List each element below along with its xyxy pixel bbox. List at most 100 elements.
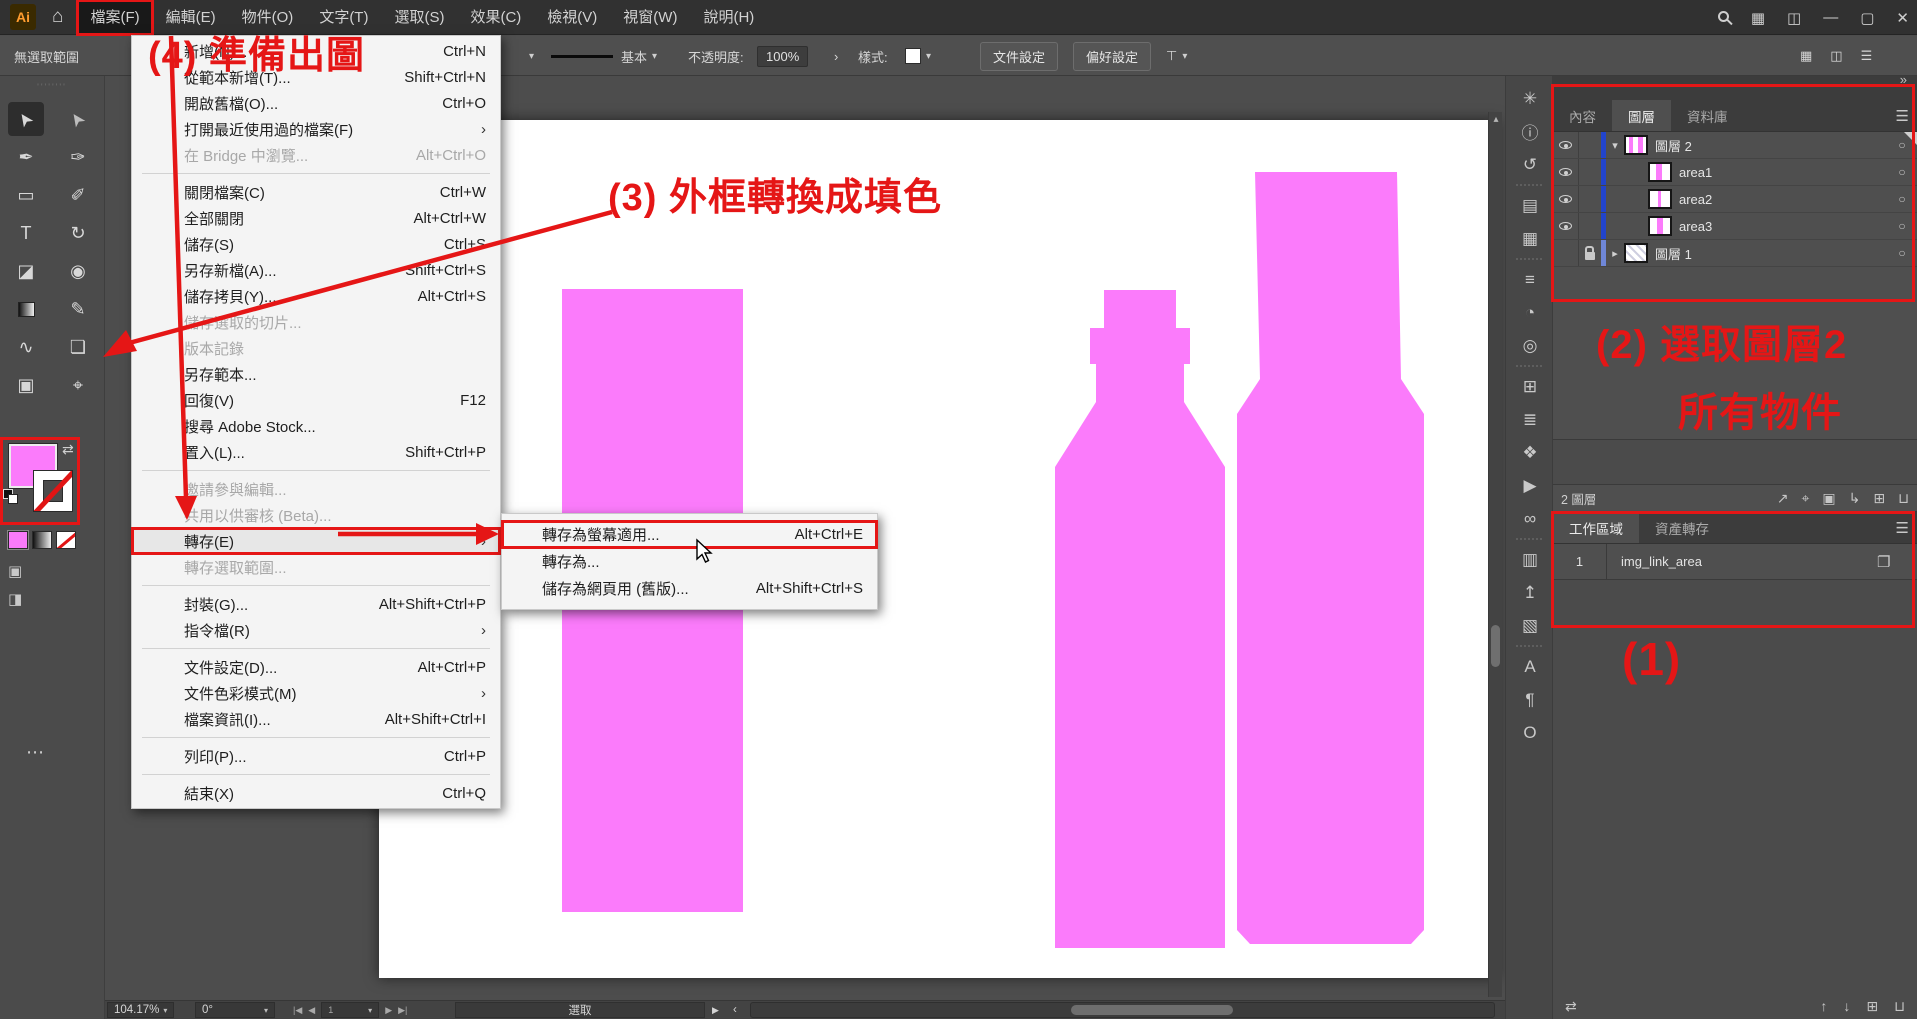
layer-target-icon[interactable]: ○ [1887, 165, 1917, 179]
visibility-toggle[interactable] [1553, 213, 1579, 239]
shape-builder-tool[interactable]: ❏ [60, 330, 96, 364]
restore-window-icon[interactable]: ▢ [1860, 9, 1874, 27]
paragraph-panel-icon[interactable]: ¶ [1506, 683, 1554, 716]
menubar-item-4[interactable]: 選取(S) [381, 0, 457, 35]
menubar-item-5[interactable]: 效果(C) [457, 0, 534, 35]
next-artboard-icon[interactable]: ▶ [385, 1005, 392, 1016]
color-dropdown-chevron[interactable]: ▾ [524, 36, 534, 76]
layer-row[interactable]: area3○ [1553, 213, 1917, 240]
artboard-tab-0[interactable]: 工作區域 [1553, 512, 1639, 543]
file-menu-item-24[interactable]: 檔案資訊(I)...Alt+Shift+Ctrl+I [132, 706, 500, 732]
rotation-field[interactable]: 0°▾ [195, 1002, 275, 1018]
flatten-icon[interactable]: ↗ [1777, 490, 1789, 507]
appearance-panel-icon[interactable]: ◎ [1506, 329, 1554, 362]
prev-artboard-icon[interactable]: ◀ [308, 1005, 315, 1016]
direct-selection-tool[interactable]: ➤ [60, 102, 96, 136]
grid-icon[interactable]: ▦ [1800, 48, 1812, 64]
transform-panel-icon[interactable]: ⊞ [1506, 370, 1554, 403]
zoom-level-field[interactable]: 104.17%▾ [107, 1002, 174, 1018]
rectangle-tool[interactable]: ▭ [8, 178, 44, 212]
eraser-tool[interactable]: ◪ [8, 254, 44, 288]
file-menu-item-5[interactable]: 關閉檔案(C)Ctrl+W [132, 179, 500, 205]
minimize-icon[interactable]: — [1823, 9, 1838, 26]
new-artboard-icon[interactable]: ⊞ [1866, 998, 1878, 1015]
toolbar-grip[interactable]: '''''''' [0, 76, 104, 92]
opacity-panel-arrow[interactable]: › [834, 36, 838, 76]
menubar-item-file[interactable]: 檔案(F) [77, 0, 152, 35]
opacity-input[interactable]: 100% [757, 46, 808, 67]
file-menu-item-26[interactable]: 結束(X)Ctrl+Q [132, 780, 500, 806]
stroke-color-swatch[interactable] [33, 470, 73, 512]
file-menu-item-18[interactable]: 轉存(E)› [132, 528, 500, 554]
horizontal-scrollbar[interactable] [750, 1002, 1495, 1018]
default-fill-stroke-icon[interactable] [3, 489, 19, 505]
arrange-documents-icon[interactable]: ◫ [1787, 9, 1801, 27]
artboard-name[interactable]: img_link_area [1607, 554, 1877, 569]
new-sublayer-icon[interactable]: ↳ [1849, 490, 1861, 507]
color-guide-panel-icon[interactable]: ▦ [1506, 222, 1554, 255]
shape-area3[interactable] [1237, 172, 1424, 944]
file-menu-item-3[interactable]: 打開最近使用過的檔案(F)› [132, 116, 500, 142]
scroll-left-icon[interactable]: ‹ [733, 1002, 737, 1018]
stroke-panel-icon[interactable]: ≡ [1506, 263, 1554, 296]
export-submenu-item-0[interactable]: 轉存為螢幕適用...Alt+Ctrl+E [502, 521, 877, 548]
visibility-toggle[interactable] [1553, 132, 1579, 158]
file-menu-item-21[interactable]: 指令檔(R)› [132, 617, 500, 643]
delete-layer-icon[interactable]: ⊔ [1898, 490, 1909, 507]
control-menu-icon[interactable]: ☰ [1861, 48, 1873, 64]
preferences-button[interactable]: 偏好設定 [1073, 42, 1151, 71]
none-button[interactable] [56, 531, 76, 549]
gradient-panel-icon[interactable]: ▧ [1506, 609, 1554, 642]
pathfinder-panel-icon[interactable]: ❖ [1506, 436, 1554, 469]
layer-expand-icon[interactable]: ▸ [1606, 247, 1624, 260]
eyedropper-tool[interactable]: ✎ [60, 292, 96, 326]
visibility-toggle[interactable] [1553, 186, 1579, 212]
status-play-icon[interactable]: ▶ [712, 1002, 719, 1018]
file-menu-item-23[interactable]: 文件色彩模式(M)› [132, 680, 500, 706]
file-menu-item-9[interactable]: 儲存拷貝(Y)...Alt+Ctrl+S [132, 283, 500, 309]
file-menu-item-2[interactable]: 開啟舊檔(O)...Ctrl+O [132, 90, 500, 116]
history-panel-icon[interactable]: ↺ [1506, 148, 1554, 181]
menubar-item-7[interactable]: 視窗(W) [610, 0, 690, 35]
shaper-tool[interactable]: ◉ [60, 254, 96, 288]
file-menu-item-13[interactable]: 回復(V)F12 [132, 387, 500, 413]
layer-name[interactable]: 圖層 2 [1655, 136, 1887, 155]
visibility-toggle[interactable] [1553, 240, 1579, 266]
file-menu-item-22[interactable]: 文件設定(D)...Alt+Ctrl+P [132, 654, 500, 680]
home-icon[interactable]: ⌂ [52, 6, 63, 28]
layer-row[interactable]: ▸圖層 1○ [1553, 240, 1917, 267]
layers-menu-icon[interactable]: ☰ [1896, 107, 1909, 125]
file-menu-item-25[interactable]: 列印(P)...Ctrl+P [132, 743, 500, 769]
layer-expand-icon[interactable]: ▾ [1606, 139, 1624, 152]
layers-tab-2[interactable]: 資料庫 [1671, 100, 1744, 131]
zoom-tool[interactable]: ⌖ [60, 368, 96, 402]
artboard-number-field[interactable]: 1▾ [321, 1002, 379, 1018]
rotate-tool[interactable]: ↻ [60, 216, 96, 250]
artboard-tool[interactable]: ▣ [8, 368, 44, 402]
lock-toggle[interactable] [1579, 240, 1601, 266]
close-icon[interactable]: ✕ [1896, 9, 1909, 27]
layer-target-icon[interactable]: ○ [1887, 192, 1917, 206]
layers-tab-0[interactable]: 內容 [1553, 100, 1612, 131]
lock-toggle[interactable] [1579, 159, 1601, 185]
character-panel-icon[interactable]: A [1506, 650, 1554, 683]
actions-panel-icon[interactable]: ▶ [1506, 469, 1554, 502]
file-menu-item-20[interactable]: 封裝(G)...Alt+Shift+Ctrl+P [132, 591, 500, 617]
edit-toolbar-icon[interactable]: ⋯ [0, 742, 70, 763]
lock-toggle[interactable] [1579, 186, 1601, 212]
artboard-menu-icon[interactable]: ☰ [1896, 519, 1909, 537]
vertical-scrollbar[interactable]: ▴ [1488, 112, 1502, 997]
document-setup-button[interactable]: 文件設定 [980, 42, 1058, 71]
layer-name[interactable]: area1 [1679, 165, 1887, 180]
curvature-tool[interactable]: ✑ [60, 140, 96, 174]
layer-target-icon[interactable]: ○ [1887, 219, 1917, 233]
first-artboard-icon[interactable]: |◀ [293, 1005, 302, 1016]
artboard-page-icon[interactable]: ❐ [1877, 553, 1917, 571]
swap-fill-stroke-icon[interactable]: ⇄ [62, 441, 74, 458]
panel-columns-icon[interactable]: ◫ [1830, 48, 1842, 64]
draw-behind-icon[interactable]: ◨ [8, 590, 22, 608]
export-submenu-item-1[interactable]: 轉存為... [502, 548, 877, 575]
vertical-scroll-thumb[interactable] [1491, 625, 1500, 667]
last-artboard-icon[interactable]: ▶| [398, 1005, 407, 1016]
horizontal-scroll-thumb[interactable] [1071, 1005, 1233, 1015]
